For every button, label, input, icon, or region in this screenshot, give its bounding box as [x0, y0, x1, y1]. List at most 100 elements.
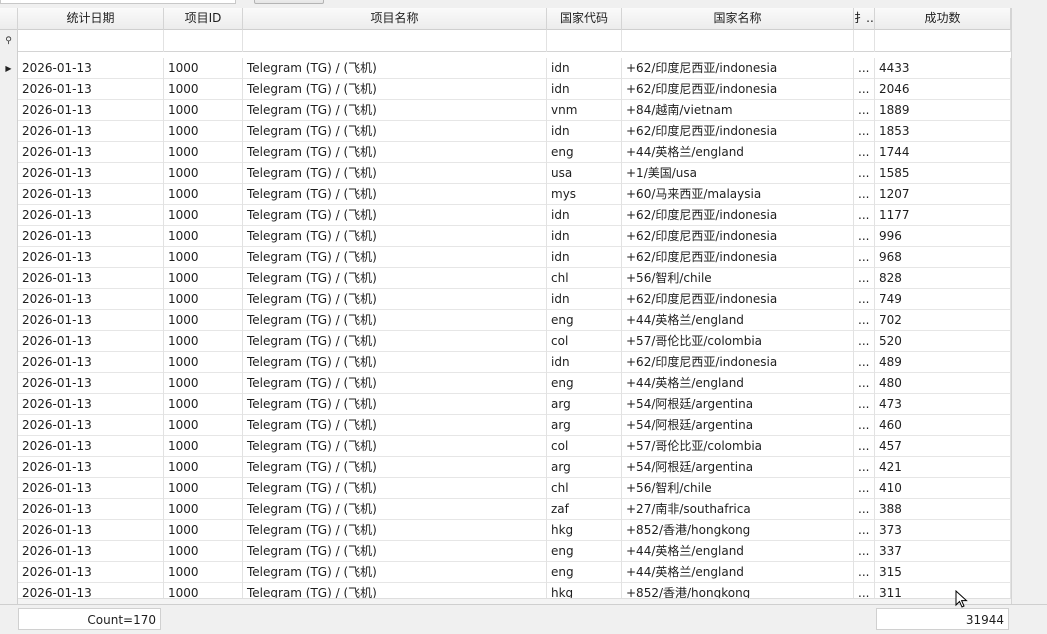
cell-truncated[interactable]: ... — [854, 121, 875, 142]
cell-truncated[interactable]: ... — [854, 268, 875, 289]
filter-cell-date[interactable] — [18, 30, 164, 52]
cell-date[interactable]: 2026-01-13 — [18, 541, 164, 562]
cell-project-id[interactable]: 1000 — [164, 562, 243, 583]
table-row[interactable]: 2026-01-13 1000 Telegram (TG) / (飞机) col +57… — [0, 436, 1011, 457]
cell-project-id[interactable]: 1000 — [164, 184, 243, 205]
cell-date[interactable]: 2026-01-13 — [18, 415, 164, 436]
cell-project-id[interactable]: 1000 — [164, 226, 243, 247]
cell-project-id[interactable]: 1000 — [164, 205, 243, 226]
cell-project-name[interactable]: Telegram (TG) / (飞机) — [243, 457, 547, 478]
cell-date[interactable]: 2026-01-13 — [18, 562, 164, 583]
cell-truncated[interactable]: ... — [854, 520, 875, 541]
table-row[interactable]: 2026-01-13 1000 Telegram (TG) / (飞机) eng +44… — [0, 142, 1011, 163]
cell-project-name[interactable]: Telegram (TG) / (飞机) — [243, 226, 547, 247]
row-indicator[interactable] — [0, 100, 18, 121]
cell-project-name[interactable]: Telegram (TG) / (飞机) — [243, 541, 547, 562]
cell-country-code[interactable]: idn — [547, 226, 622, 247]
cell-success-count[interactable]: 373 — [875, 520, 1011, 541]
cell-project-name[interactable]: Telegram (TG) / (飞机) — [243, 415, 547, 436]
row-indicator[interactable] — [0, 415, 18, 436]
table-row[interactable]: 2026-01-13 1000 Telegram (TG) / (飞机) arg +54… — [0, 415, 1011, 436]
row-indicator[interactable] — [0, 184, 18, 205]
cell-success-count[interactable]: 1853 — [875, 121, 1011, 142]
cell-country-code[interactable]: idn — [547, 352, 622, 373]
cell-project-name[interactable]: Telegram (TG) / (飞机) — [243, 142, 547, 163]
cell-date[interactable]: 2026-01-13 — [18, 121, 164, 142]
column-header-country-code[interactable]: 国家代码 — [547, 8, 622, 30]
cell-country-name[interactable]: +62/印度尼西亚/indonesia — [622, 289, 854, 310]
cell-date[interactable]: 2026-01-13 — [18, 184, 164, 205]
cell-country-name[interactable]: +57/哥伦比亚/colombia — [622, 436, 854, 457]
cell-project-name[interactable]: Telegram (TG) / (飞机) — [243, 100, 547, 121]
cell-success-count[interactable]: 1585 — [875, 163, 1011, 184]
cell-date[interactable]: 2026-01-13 — [18, 457, 164, 478]
cell-country-code[interactable]: idn — [547, 121, 622, 142]
cell-project-id[interactable]: 1000 — [164, 289, 243, 310]
cell-project-name[interactable]: Telegram (TG) / (飞机) — [243, 562, 547, 583]
cell-success-count[interactable]: 2046 — [875, 79, 1011, 100]
cell-project-id[interactable]: 1000 — [164, 415, 243, 436]
table-row[interactable]: 2026-01-13 1000 Telegram (TG) / (飞机) chl +56… — [0, 268, 1011, 289]
cell-project-id[interactable]: 1000 — [164, 58, 243, 79]
table-row[interactable]: 2026-01-13 1000 Telegram (TG) / (飞机) eng +44… — [0, 541, 1011, 562]
cell-project-id[interactable]: 1000 — [164, 100, 243, 121]
cell-country-code[interactable]: col — [547, 436, 622, 457]
filter-cell-truncated[interactable] — [854, 30, 875, 52]
row-indicator[interactable] — [0, 562, 18, 583]
cell-success-count[interactable]: 1889 — [875, 100, 1011, 121]
cell-project-name[interactable]: Telegram (TG) / (飞机) — [243, 499, 547, 520]
cell-success-count[interactable]: 457 — [875, 436, 1011, 457]
table-row[interactable]: 2026-01-13 1000 Telegram (TG) / (飞机) idn +62… — [0, 289, 1011, 310]
cell-project-name[interactable]: Telegram (TG) / (飞机) — [243, 79, 547, 100]
cell-country-name[interactable]: +44/英格兰/england — [622, 373, 854, 394]
table-row[interactable]: 2026-01-13 1000 Telegram (TG) / (飞机) idn +62… — [0, 205, 1011, 226]
row-indicator[interactable] — [0, 583, 18, 600]
cell-project-id[interactable]: 1000 — [164, 394, 243, 415]
cell-date[interactable]: 2026-01-13 — [18, 373, 164, 394]
cell-country-code[interactable]: eng — [547, 310, 622, 331]
cell-truncated[interactable]: ... — [854, 373, 875, 394]
cell-country-code[interactable]: eng — [547, 541, 622, 562]
cell-project-name[interactable]: Telegram (TG) / (飞机) — [243, 436, 547, 457]
table-row[interactable]: 2026-01-13 1000 Telegram (TG) / (飞机) eng +44… — [0, 562, 1011, 583]
cell-country-name[interactable]: +62/印度尼西亚/indonesia — [622, 205, 854, 226]
cell-project-name[interactable]: Telegram (TG) / (飞机) — [243, 247, 547, 268]
cell-truncated[interactable]: ... — [854, 226, 875, 247]
table-row[interactable]: 2026-01-13 1000 Telegram (TG) / (飞机) eng +44… — [0, 310, 1011, 331]
cell-country-name[interactable]: +27/南非/southafrica — [622, 499, 854, 520]
cell-country-name[interactable]: +60/马来西亚/malaysia — [622, 184, 854, 205]
cell-date[interactable]: 2026-01-13 — [18, 478, 164, 499]
cell-truncated[interactable]: ... — [854, 541, 875, 562]
cell-project-id[interactable]: 1000 — [164, 247, 243, 268]
cell-country-name[interactable]: +1/美国/usa — [622, 163, 854, 184]
row-indicator[interactable] — [0, 331, 18, 352]
table-row[interactable]: 2026-01-13 1000 Telegram (TG) / (飞机) chl +56… — [0, 478, 1011, 499]
cell-project-id[interactable]: 1000 — [164, 478, 243, 499]
table-row[interactable]: 2026-01-13 1000 Telegram (TG) / (飞机) eng +44… — [0, 373, 1011, 394]
cell-country-name[interactable]: +54/阿根廷/argentina — [622, 415, 854, 436]
row-indicator[interactable] — [0, 226, 18, 247]
cell-success-count[interactable]: 702 — [875, 310, 1011, 331]
cell-project-id[interactable]: 1000 — [164, 457, 243, 478]
cell-country-code[interactable]: idn — [547, 289, 622, 310]
table-row[interactable]: 2026-01-13 1000 Telegram (TG) / (飞机) hkg +85… — [0, 520, 1011, 541]
filter-cell-country-name[interactable] — [622, 30, 854, 52]
cell-country-name[interactable]: +62/印度尼西亚/indonesia — [622, 58, 854, 79]
column-header-project-id[interactable]: 项目ID — [164, 8, 243, 30]
cell-project-name[interactable]: Telegram (TG) / (飞机) — [243, 205, 547, 226]
cell-country-name[interactable]: +44/英格兰/england — [622, 562, 854, 583]
cell-project-name[interactable]: Telegram (TG) / (飞机) — [243, 394, 547, 415]
cell-country-code[interactable]: col — [547, 331, 622, 352]
cell-date[interactable]: 2026-01-13 — [18, 100, 164, 121]
cell-truncated[interactable]: ... — [854, 352, 875, 373]
cell-truncated[interactable]: ... — [854, 289, 875, 310]
cell-success-count[interactable]: 315 — [875, 562, 1011, 583]
cell-country-code[interactable]: idn — [547, 58, 622, 79]
cell-country-name[interactable]: +56/智利/chile — [622, 268, 854, 289]
cell-truncated[interactable]: ... — [854, 58, 875, 79]
cell-country-name[interactable]: +56/智利/chile — [622, 478, 854, 499]
cell-country-code[interactable]: arg — [547, 394, 622, 415]
cell-date[interactable]: 2026-01-13 — [18, 394, 164, 415]
cell-date[interactable]: 2026-01-13 — [18, 142, 164, 163]
cell-success-count[interactable]: 996 — [875, 226, 1011, 247]
